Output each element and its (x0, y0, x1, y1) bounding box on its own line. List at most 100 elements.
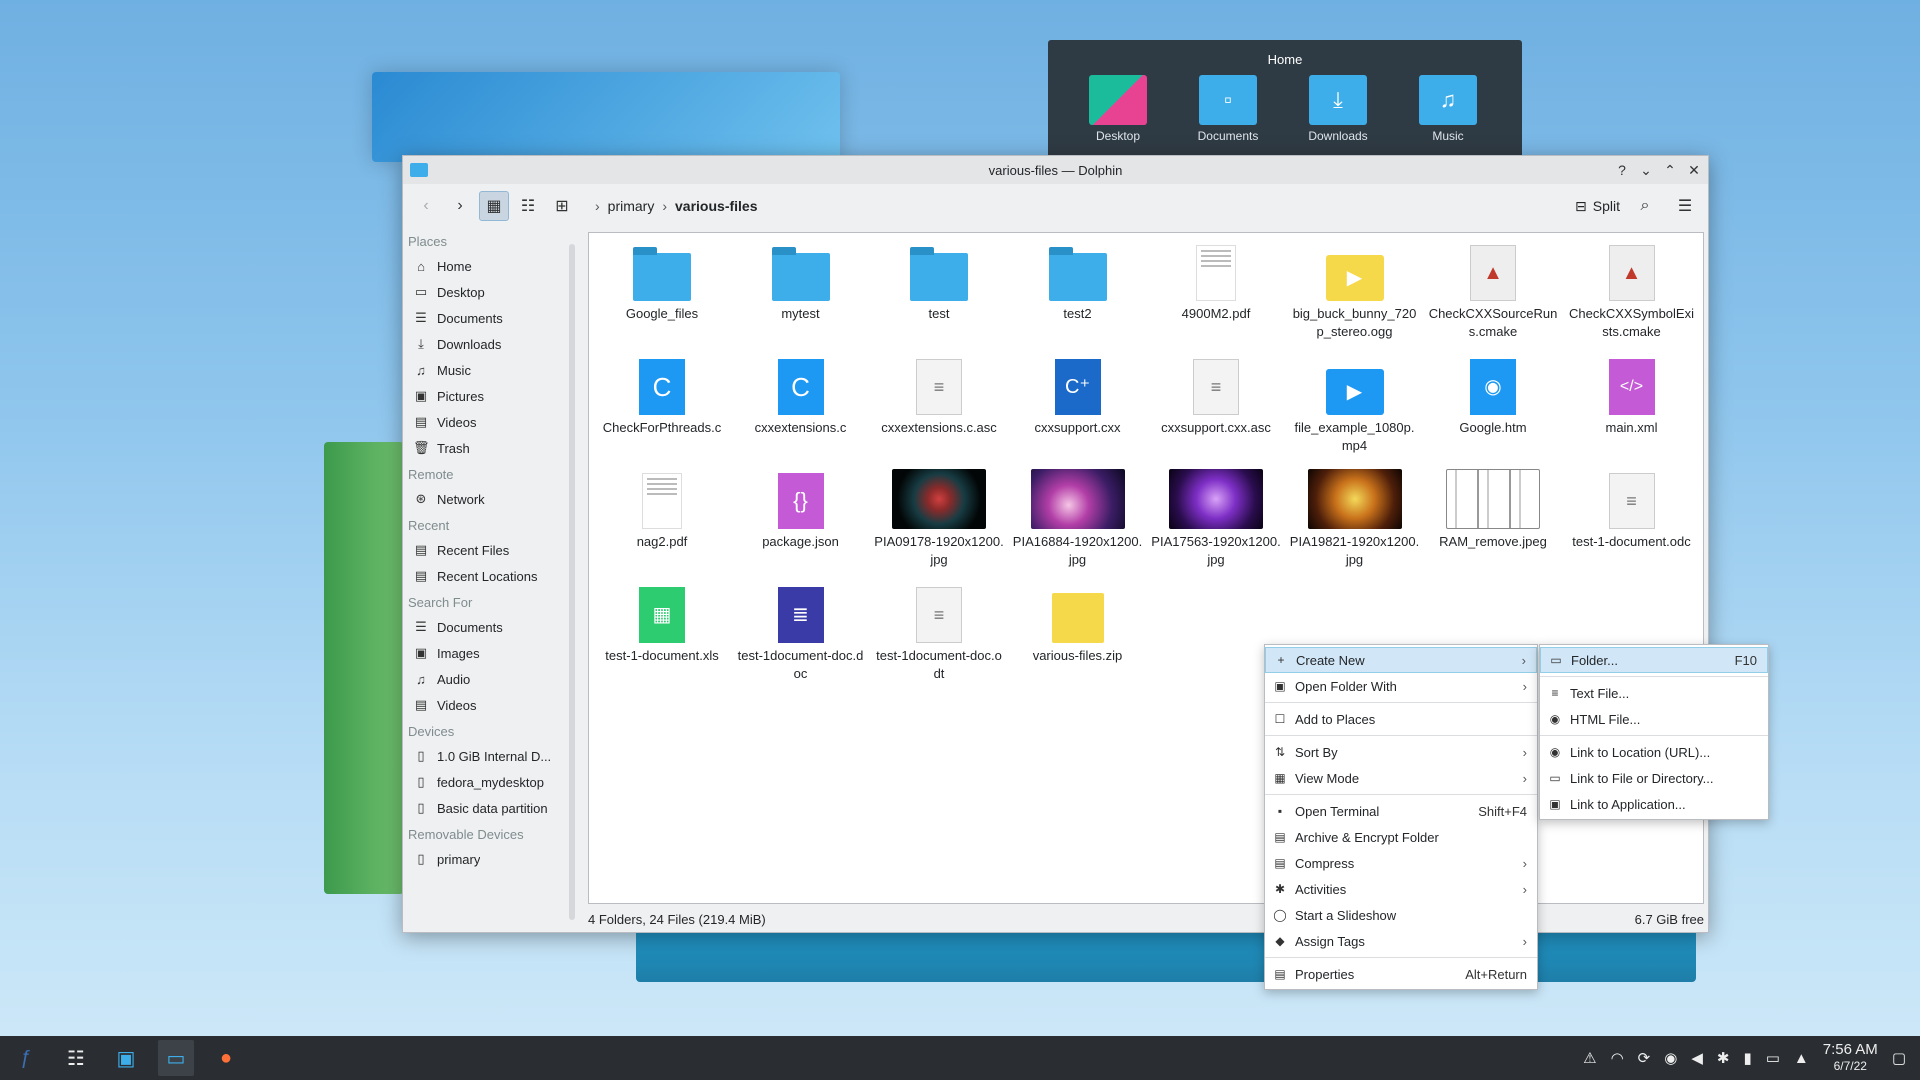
file-item[interactable]: C⁺ cxxsupport.cxx (1013, 355, 1143, 437)
show-desktop-icon[interactable]: ▢ (1892, 1049, 1906, 1067)
back-button[interactable]: ‹ (411, 191, 441, 221)
file-item[interactable]: </> main.xml (1567, 355, 1697, 437)
search-button[interactable]: ⌕ (1630, 191, 1660, 221)
notifications-icon[interactable]: ⚠ (1583, 1049, 1596, 1067)
hamburger-menu-button[interactable]: ☰ (1670, 191, 1700, 221)
split-button[interactable]: ⊟ Split (1575, 198, 1620, 215)
file-item[interactable]: ▶ file_example_1080p.mp4 (1290, 355, 1420, 455)
file-item[interactable]: ≣ test-1document-doc.doc (736, 583, 866, 683)
menu-item-open-folder-with[interactable]: ▣ Open Folder With › (1265, 673, 1537, 699)
menu-item-sort-by[interactable]: ⇅ Sort By › (1265, 739, 1537, 765)
discover-button[interactable]: ▣ (108, 1040, 144, 1076)
sidebar-item-basic-data-partition[interactable]: ▯ Basic data partition (403, 795, 579, 821)
sidebar-item-music[interactable]: ♫ Music (403, 357, 579, 383)
menu-item-create-new[interactable]: + Create New › (1265, 647, 1537, 673)
menu-item-html-file[interactable]: ◉ HTML File... (1540, 706, 1768, 732)
digital-clock[interactable]: 7:56 AM 6/7/22 (1823, 1042, 1878, 1074)
maximize-button[interactable]: ⌃ (1662, 162, 1678, 179)
menu-item-compress[interactable]: ▤ Compress › (1265, 850, 1537, 876)
sidebar-item-videos[interactable]: ▤ Videos (403, 409, 579, 435)
menu-item-assign-tags[interactable]: ◆ Assign Tags › (1265, 928, 1537, 954)
home-popup-documents[interactable]: ▫ Documents (1188, 75, 1268, 143)
places-scrollbar[interactable] (569, 244, 575, 920)
breadcrumb-primary[interactable]: primary (608, 198, 655, 214)
file-item[interactable]: C CheckForPthreads.c (597, 355, 727, 437)
menu-item-link-to-location-url[interactable]: ◉ Link to Location (URL)... (1540, 739, 1768, 765)
minimize-button[interactable]: ⌄ (1638, 162, 1654, 179)
menu-item-start-a-slideshow[interactable]: ◯ Start a Slideshow (1265, 902, 1537, 928)
compact-view-button[interactable]: ☷ (513, 191, 543, 221)
menu-item-properties[interactable]: ▤ Properties Alt+Return (1265, 961, 1537, 987)
menu-item-activities[interactable]: ✱ Activities › (1265, 876, 1537, 902)
file-item[interactable]: ▲ CheckCXXSymbolExists.cmake (1567, 241, 1697, 341)
volume-icon[interactable]: ◀ (1691, 1049, 1703, 1067)
menu-item-view-mode[interactable]: ▦ View Mode › (1265, 765, 1537, 791)
battery-icon[interactable]: ▮ (1743, 1049, 1751, 1067)
file-item[interactable]: ≡ test-1document-doc.odt (874, 583, 1004, 683)
help-button[interactable]: ? (1614, 162, 1630, 179)
firefox-task-button[interactable]: ● (208, 1040, 244, 1076)
file-item[interactable]: ▲ CheckCXXSourceRuns.cmake (1428, 241, 1558, 341)
file-item[interactable]: {} package.json (736, 469, 866, 551)
menu-item-open-terminal[interactable]: ▪ Open Terminal Shift+F4 (1265, 798, 1537, 824)
sidebar-item-documents[interactable]: ☰ Documents (403, 614, 579, 640)
file-item[interactable]: PIA09178-1920x1200.jpg (874, 469, 1004, 569)
file-item[interactable]: Google_files (597, 241, 727, 323)
sidebar-item-desktop[interactable]: ▭ Desktop (403, 279, 579, 305)
sidebar-item-videos[interactable]: ▤ Videos (403, 692, 579, 718)
menu-item-link-to-application[interactable]: ▣ Link to Application... (1540, 791, 1768, 817)
title-bar[interactable]: various-files — Dolphin ? ⌄ ⌃ ✕ (403, 156, 1708, 184)
rss-icon[interactable]: ◠ (1611, 1049, 1624, 1067)
home-popup-downloads[interactable]: ⤓ Downloads (1298, 75, 1378, 143)
sidebar-item-pictures[interactable]: ▣ Pictures (403, 383, 579, 409)
updates-icon[interactable]: ◉ (1664, 1049, 1677, 1067)
menu-item-folder[interactable]: ▭ Folder... F10 (1540, 647, 1768, 673)
sidebar-item-trash[interactable]: 🗑 Trash (403, 435, 579, 461)
forward-button[interactable]: › (445, 191, 475, 221)
kde-connect-icon[interactable]: ⟳ (1638, 1049, 1651, 1067)
menu-item-text-file[interactable]: ≡ Text File... (1540, 680, 1768, 706)
icons-view-button[interactable]: ▦ (479, 191, 509, 221)
file-item[interactable]: ▶ big_buck_bunny_720p_stereo.ogg (1290, 241, 1420, 341)
file-item[interactable]: PIA16884-1920x1200.jpg (1013, 469, 1143, 569)
file-item[interactable]: test2 (1013, 241, 1143, 323)
file-item[interactable]: ▦ test-1-document.xls (597, 583, 727, 665)
file-item[interactable]: ≡ cxxsupport.cxx.asc (1151, 355, 1281, 437)
file-item[interactable]: various-files.zip (1013, 583, 1143, 665)
sidebar-item-recent-files[interactable]: ▤ Recent Files (403, 537, 579, 563)
sidebar-item-documents[interactable]: ☰ Documents (403, 305, 579, 331)
home-popup-desktop[interactable]: Desktop (1078, 75, 1158, 143)
dolphin-task-button[interactable]: ▭ (158, 1040, 194, 1076)
file-item[interactable]: ≡ cxxextensions.c.asc (874, 355, 1004, 437)
sidebar-item-1-0-gib-internal-d[interactable]: ▯ 1.0 GiB Internal D... (403, 743, 579, 769)
file-item[interactable]: PIA19821-1920x1200.jpg (1290, 469, 1420, 569)
menu-item-archive-encrypt-folder[interactable]: ▤ Archive & Encrypt Folder (1265, 824, 1537, 850)
pager-button[interactable]: ☷ (58, 1040, 94, 1076)
file-item[interactable]: test (874, 241, 1004, 323)
file-item[interactable]: Ccxxextensions.c (736, 355, 866, 437)
file-item[interactable]: PIA17563-1920x1200.jpg (1151, 469, 1281, 569)
file-item[interactable]: ◉ Google.htm (1428, 355, 1558, 437)
tray-expand-icon[interactable]: ▲ (1794, 1050, 1809, 1067)
menu-item-link-to-file-or-directory[interactable]: ▭ Link to File or Directory... (1540, 765, 1768, 791)
file-item[interactable]: nag2.pdf (597, 469, 727, 551)
file-item[interactable]: 4900M2.pdf (1151, 241, 1281, 323)
sidebar-item-network[interactable]: ⊛ Network (403, 486, 579, 512)
close-button[interactable]: ✕ (1686, 162, 1702, 179)
sidebar-item-fedora-mydesktop[interactable]: ▯ fedora_mydesktop (403, 769, 579, 795)
home-popup-music[interactable]: ♫ Music (1408, 75, 1488, 143)
details-view-button[interactable]: ⊞ (547, 191, 577, 221)
sidebar-item-primary[interactable]: ▯ primary (403, 846, 579, 872)
sidebar-item-downloads[interactable]: ⤓ Downloads (403, 331, 579, 357)
breadcrumb-current[interactable]: various-files (675, 198, 757, 214)
sidebar-item-home[interactable]: ⌂ Home (403, 253, 579, 279)
application-launcher-button[interactable]: ƒ (8, 1040, 44, 1076)
sidebar-item-images[interactable]: ▣ Images (403, 640, 579, 666)
file-item[interactable]: mytest (736, 241, 866, 323)
file-item[interactable]: ≡ test-1-document.odc (1567, 469, 1697, 551)
sidebar-item-recent-locations[interactable]: ▤ Recent Locations (403, 563, 579, 589)
sidebar-item-audio[interactable]: ♫ Audio (403, 666, 579, 692)
file-item[interactable]: RAM_remove.jpeg (1428, 469, 1558, 551)
network-tray-icon[interactable]: ▭ (1766, 1049, 1780, 1067)
bluetooth-icon[interactable]: ✱ (1717, 1049, 1730, 1067)
